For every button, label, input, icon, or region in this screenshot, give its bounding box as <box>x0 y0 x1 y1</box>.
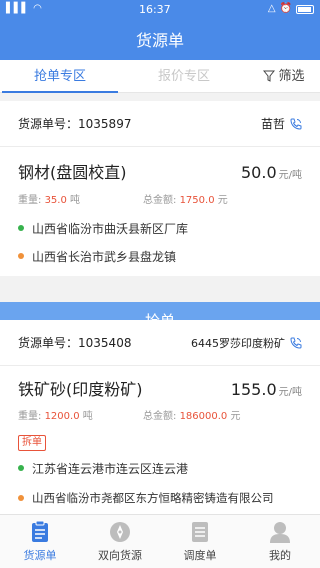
filter-button[interactable]: 筛选 <box>248 60 320 93</box>
tab-label: 抢单专区 <box>33 68 86 84</box>
phone-icon <box>290 118 302 130</box>
tab-bar: 抢单专区 报价专区 筛选 <box>0 60 320 93</box>
nav-dispatch-list[interactable]: 调度单 <box>160 515 240 568</box>
phone-icon <box>290 337 302 349</box>
wifi-icon: ◠ <box>33 3 42 14</box>
route-from: 山西省临汾市曲沃县新区厂库 <box>18 217 302 239</box>
total-value: 186000.0 <box>179 411 228 422</box>
weight-value: 35.0 <box>44 195 67 206</box>
price-unit: 元/吨 <box>278 387 302 398</box>
contact-call[interactable]: 6445罗莎印度粉矿 <box>191 335 302 351</box>
nav-cargo-list[interactable]: 货源单 <box>0 515 80 568</box>
nav-mine[interactable]: 我的 <box>240 515 320 568</box>
route-to: 山西省临汾市尧都区东方恒略精密铸造有限公司 <box>18 487 302 509</box>
weight-unit: 吨 <box>82 411 93 422</box>
bottom-nav: 货源单 双向货源 调度单 我的 <box>0 514 320 568</box>
nav-two-way-cargo[interactable]: 双向货源 <box>80 515 160 568</box>
document-icon <box>32 520 48 542</box>
order-value: 1035897 <box>78 117 132 131</box>
origin-dot-icon <box>18 225 24 231</box>
route-from: 江苏省连云港市连云区连云港 <box>18 457 302 479</box>
total-value: 1750.0 <box>179 195 215 206</box>
tab-quote-zone[interactable]: 报价专区 <box>120 60 248 93</box>
battery-icon <box>295 4 314 14</box>
nav-label: 货源单 <box>23 549 57 562</box>
weight: 重量: 35.0 吨 <box>18 191 143 206</box>
total-amount: 总金额: 186000.0 元 <box>143 407 240 422</box>
total-unit: 元 <box>217 195 228 206</box>
weight-value: 1200.0 <box>44 411 80 422</box>
tab-label: 报价专区 <box>157 68 210 84</box>
contact-name: 苗哲 <box>260 117 285 131</box>
total-unit: 元 <box>230 411 241 422</box>
total-amount: 总金额: 1750.0 元 <box>143 191 228 206</box>
filter-label: 筛选 <box>278 68 305 84</box>
compass-icon <box>110 522 130 542</box>
price-unit: 元/吨 <box>278 170 302 181</box>
nav-label: 调度单 <box>183 549 217 562</box>
cargo-card[interactable]: 货源单号：1035408 6445罗莎印度粉矿 铁矿砂(印度粉矿) 155.0 元… <box>0 320 320 514</box>
order-value: 1035408 <box>78 336 132 350</box>
destination-dot-icon <box>18 253 24 259</box>
destination-address: 山西省长治市武乡县盘龙镇 <box>32 249 177 264</box>
person-icon <box>270 522 290 543</box>
route-to: 山西省长治市武乡县盘龙镇 <box>18 245 302 267</box>
nav-label: 双向货源 <box>98 549 142 562</box>
goods-name: 铁矿砂(印度粉矿) <box>18 380 143 399</box>
status-bar: ▌▌▌ ◠ 16:37 △ ⏰ <box>0 0 320 18</box>
total-label: 总金额: <box>143 195 177 206</box>
nav-label: 我的 <box>269 549 291 562</box>
mute-icon: △ <box>267 3 276 14</box>
cargo-card[interactable]: 货源单号：1035897 苗哲 钢材(盘圆校直) 50.0 元/吨 重量: 35.… <box>0 101 320 276</box>
card-header: 货源单号：1035408 6445罗莎印度粉矿 <box>0 320 320 366</box>
filter-icon <box>263 70 276 82</box>
weight-label: 重量: <box>18 411 42 422</box>
list-icon <box>192 522 208 542</box>
app-header: 货源单 <box>0 18 320 60</box>
origin-address: 山西省临汾市曲沃县新区厂库 <box>32 221 189 236</box>
card-header: 货源单号：1035897 苗哲 <box>0 101 320 147</box>
total-label: 总金额: <box>143 411 177 422</box>
destination-address: 山西省临汾市尧都区东方恒略精密铸造有限公司 <box>32 491 274 505</box>
goods-name: 钢材(盘圆校直) <box>18 163 127 182</box>
page-title: 货源单 <box>135 31 184 50</box>
order-label: 货源单号： <box>18 336 79 350</box>
signal-icon: ▌▌▌ <box>6 3 30 14</box>
origin-dot-icon <box>18 465 24 471</box>
split-order-badge: 拆单 <box>18 435 46 451</box>
destination-dot-icon <box>18 495 24 501</box>
order-number: 货源单号：1035897 <box>18 115 131 132</box>
tab-grab-zone[interactable]: 抢单专区 <box>0 60 120 93</box>
price: 155.0 元/吨 <box>231 380 302 399</box>
weight-unit: 吨 <box>70 195 81 206</box>
weight: 重量: 1200.0 吨 <box>18 407 143 422</box>
price-value: 155.0 <box>230 380 277 399</box>
price: 50.0 元/吨 <box>241 163 302 182</box>
alarm-icon: ⏰ <box>279 3 292 14</box>
order-number: 货源单号：1035408 <box>18 334 131 351</box>
contact-name: 6445罗莎印度粉矿 <box>191 336 285 350</box>
status-time: 16:37 <box>138 2 171 16</box>
order-label: 货源单号： <box>18 117 79 131</box>
contact-call[interactable]: 苗哲 <box>261 115 302 132</box>
weight-label: 重量: <box>18 195 42 206</box>
price-value: 50.0 <box>241 163 277 182</box>
origin-address: 江苏省连云港市连云区连云港 <box>32 461 189 476</box>
